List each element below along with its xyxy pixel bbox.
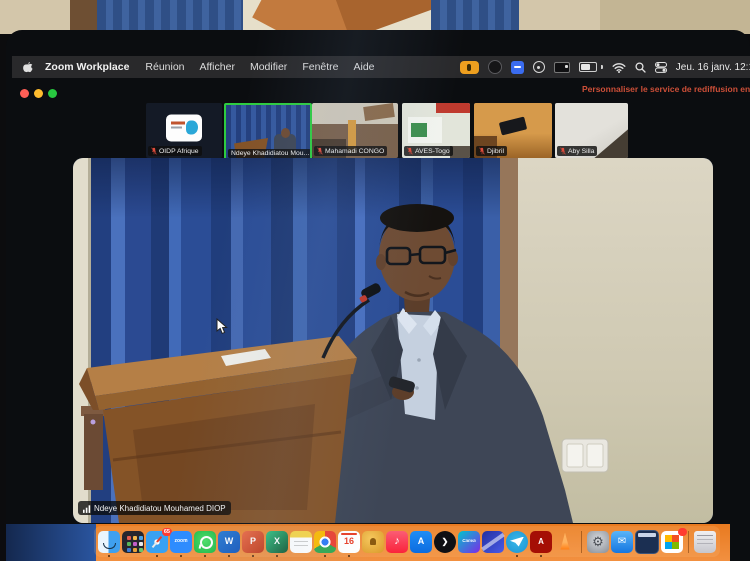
bezel-right — [730, 524, 750, 561]
projected-image-shape — [332, 0, 431, 34]
door-frame — [70, 0, 97, 34]
muted-mic-icon — [407, 147, 413, 155]
muted-mic-icon — [560, 147, 566, 155]
dock-mail-icon[interactable]: ✉ — [611, 531, 633, 553]
participant-thumbnail[interactable]: Aby Silla — [555, 103, 628, 158]
participant-name-badge: Djibril — [476, 146, 507, 156]
projection-screen — [243, 0, 431, 34]
menu-reunion[interactable]: Réunion — [145, 61, 184, 73]
dock-zoom-icon[interactable]: zoom — [170, 531, 192, 553]
dock-appstore-icon[interactable]: A — [410, 531, 432, 553]
participant-name-badge: OIDP Afrique — [148, 146, 202, 156]
audio-signal-bars-icon — [83, 504, 91, 513]
dock-dark-arrow-app-icon[interactable]: ❯ — [434, 531, 456, 553]
room-curtain-right — [431, 0, 519, 34]
dock-window-preview-icon[interactable] — [635, 530, 659, 554]
dock-settings-icon[interactable]: ⚙ — [587, 531, 609, 553]
menu-afficher[interactable]: Afficher — [200, 61, 235, 73]
banner-text: Personnaliser le service de rediffusion … — [582, 84, 750, 94]
camera-status-icon[interactable] — [488, 60, 502, 74]
dock-calendar-icon[interactable]: 16 — [338, 531, 360, 553]
control-center-icon[interactable] — [655, 62, 667, 73]
dock-vlc-icon[interactable] — [554, 531, 576, 553]
room-background — [0, 0, 750, 34]
menu-aide[interactable]: Aide — [354, 61, 375, 73]
africa-map-shape — [186, 121, 198, 135]
dock-powerpoint-icon[interactable]: P — [242, 531, 264, 553]
muted-mic-icon — [151, 147, 157, 155]
muted-mic-icon — [317, 147, 323, 155]
window-minimize-button[interactable] — [34, 89, 43, 98]
menu-bar: Zoom Workplace Réunion Afficher Modifier… — [12, 56, 750, 78]
dock-microsoft365-icon[interactable] — [661, 531, 683, 553]
dock-separator — [688, 531, 689, 553]
dock-blue-app-icon[interactable] — [482, 531, 504, 553]
participant-thumbnail[interactable]: AVES-Togo — [402, 103, 470, 158]
window-zoom-button[interactable] — [48, 89, 57, 98]
battery-icon[interactable] — [579, 62, 599, 72]
dock-excel-icon[interactable]: X — [266, 531, 288, 553]
dock-word-icon[interactable]: W — [218, 531, 240, 553]
menu-bar-clock[interactable]: Jeu. 16 janv. 12:1 — [676, 62, 750, 73]
dock-launchpad-icon[interactable] — [122, 531, 144, 553]
window-close-button[interactable] — [20, 89, 29, 98]
apple-logo-icon[interactable] — [22, 61, 33, 74]
participant-thumbnail[interactable]: Mahamadi CONGO — [312, 103, 398, 158]
room-wall — [600, 0, 750, 34]
dock-acrobat-icon[interactable]: A — [530, 531, 552, 553]
participant-thumbnail-active-speaker[interactable]: Ndeye Khadidiatou Mou... — [224, 103, 312, 162]
menu-app-name[interactable]: Zoom Workplace — [45, 61, 129, 73]
wifi-icon[interactable] — [612, 62, 626, 73]
screen-record-icon[interactable] — [533, 61, 545, 73]
laptop-screen: Zoom Workplace Réunion Afficher Modifier… — [6, 30, 750, 561]
dock-safari-icon[interactable]: 65 — [146, 531, 168, 553]
participant-name-badge: Aby Silla — [557, 146, 597, 156]
dock-notes-icon[interactable] — [290, 531, 312, 553]
active-speaker-name-label: Ndeye Khadidiatou Mouhamed DIOP — [78, 501, 231, 515]
dock-amber-app-icon[interactable] — [362, 531, 384, 553]
menu-fenetre[interactable]: Fenêtre — [302, 61, 338, 73]
oidp-logo — [166, 115, 202, 142]
dock-music-icon[interactable]: ♪ — [386, 531, 408, 553]
spotlight-icon[interactable] — [635, 62, 646, 73]
input-source-icon[interactable] — [511, 61, 524, 74]
video-scene — [73, 158, 713, 523]
live-stream-banner: Personnaliser le service de rediffusion … — [578, 82, 750, 96]
wallpaper-blue — [6, 524, 96, 561]
dock-telegram-icon[interactable] — [506, 531, 528, 553]
camera-stand — [81, 406, 105, 490]
participant-thumbnail[interactable]: OIDP Afrique — [146, 103, 222, 158]
dock-finder-icon[interactable] — [98, 531, 120, 553]
dock-separator — [581, 531, 582, 553]
mic-in-use-icon[interactable] — [460, 61, 479, 74]
room-curtain-left — [97, 0, 243, 34]
speaker-video-feed[interactable] — [73, 158, 713, 523]
dock-whatsapp-icon[interactable] — [194, 531, 216, 553]
participant-thumbnail[interactable]: Djibril — [474, 103, 552, 158]
dock-chrome-icon[interactable] — [314, 531, 336, 553]
dock-trash-icon[interactable] — [694, 531, 716, 553]
podium — [79, 336, 357, 523]
dock-canva-icon[interactable]: Canva — [458, 531, 480, 553]
participant-name-badge: Mahamadi CONGO — [314, 146, 387, 156]
muted-mic-icon — [479, 147, 485, 155]
dock: 65 zoom W P X 16 ♪ A ❯ Canva A ⚙ ✉ — [94, 526, 720, 557]
photo-of-laptop-screen: Zoom Workplace Réunion Afficher Modifier… — [0, 0, 750, 561]
menu-modifier[interactable]: Modifier — [250, 61, 287, 73]
light-switch — [562, 439, 608, 472]
participant-name-badge: Ndeye Khadidiatou Mou... — [228, 149, 311, 158]
display-icon[interactable] — [554, 62, 570, 73]
mouse-cursor — [216, 318, 228, 340]
participant-name-badge: AVES-Togo — [404, 146, 453, 156]
battery-cap — [601, 65, 603, 69]
